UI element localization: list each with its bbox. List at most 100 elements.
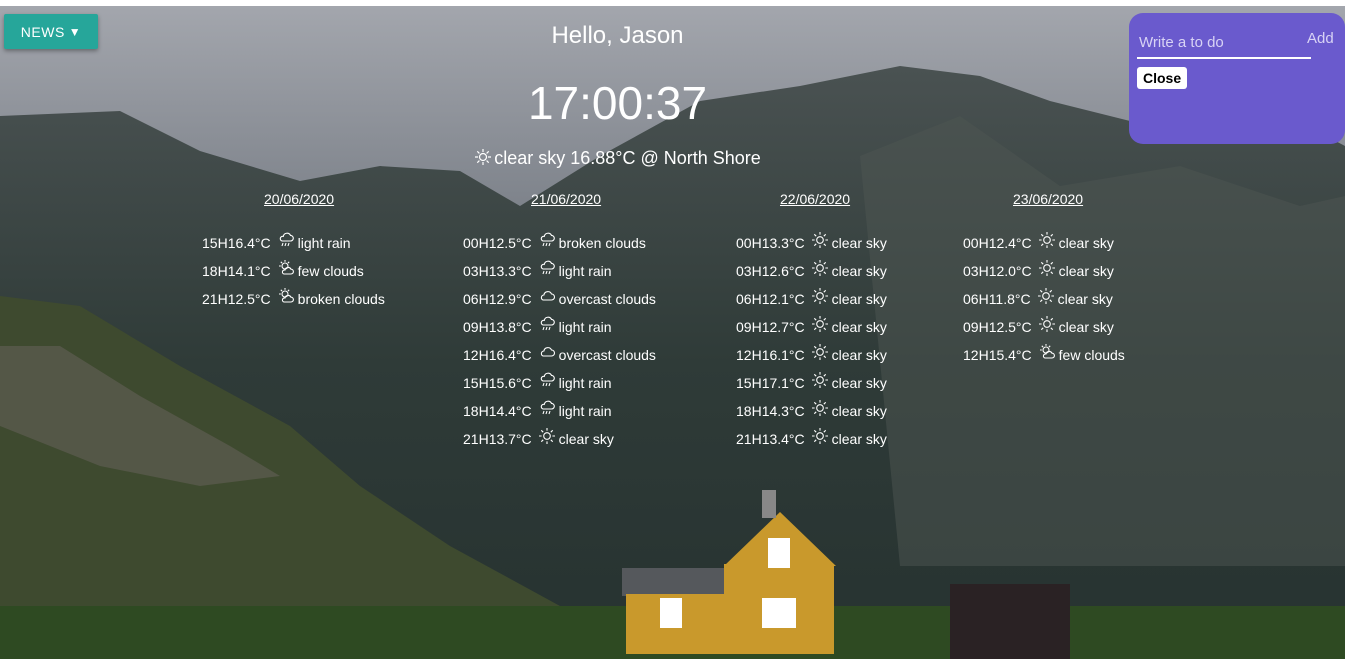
forecast-temp: 12.9°C bbox=[488, 291, 532, 307]
sun-icon bbox=[1038, 315, 1056, 333]
forecast-time: 00H bbox=[736, 235, 762, 251]
forecast-time: 18H bbox=[202, 263, 228, 279]
forecast-desc: clear sky bbox=[831, 375, 887, 391]
forecast-date: 20/06/2020 bbox=[264, 191, 335, 207]
rain-icon bbox=[277, 231, 295, 249]
forecast-temp: 12.7°C bbox=[761, 319, 805, 335]
forecast-temp: 14.3°C bbox=[761, 403, 805, 419]
forecast-desc: overcast clouds bbox=[558, 291, 656, 307]
sun-icon bbox=[811, 399, 829, 417]
forecast-entry: 06H 11.8°C clear sky bbox=[963, 288, 1113, 311]
forecast-desc: clear sky bbox=[1058, 319, 1114, 335]
rain-icon bbox=[538, 259, 556, 277]
forecast-entry: 03H 13.3°C light rain bbox=[463, 260, 612, 283]
sun-icon bbox=[811, 315, 829, 333]
forecast-temp: 12.6°C bbox=[761, 263, 805, 279]
rain-icon bbox=[538, 371, 556, 389]
forecast-entry: 21H 12.5°C broken clouds bbox=[202, 288, 385, 311]
forecast-time: 15H bbox=[202, 235, 228, 251]
forecast-desc: clear sky bbox=[831, 235, 887, 251]
forecast-time: 15H bbox=[736, 375, 762, 391]
forecast-time: 00H bbox=[463, 235, 489, 251]
todo-panel: Add Close bbox=[1129, 13, 1345, 144]
forecast-desc: clear sky bbox=[831, 319, 887, 335]
forecast-entry: 18H 14.1°C few clouds bbox=[202, 260, 364, 283]
forecast-desc: overcast clouds bbox=[558, 347, 656, 363]
todo-input[interactable] bbox=[1137, 27, 1301, 57]
forecast-desc: light rain bbox=[297, 235, 351, 251]
forecast-entry: 15H 17.1°C clear sky bbox=[736, 372, 887, 395]
forecast-temp: 12.0°C bbox=[988, 263, 1032, 279]
forecast-temp: 12.5°C bbox=[227, 291, 271, 307]
sun-icon bbox=[1038, 259, 1056, 277]
rain-icon bbox=[538, 231, 556, 249]
forecast-desc: broken clouds bbox=[297, 291, 385, 307]
forecast-temp: 13.7°C bbox=[488, 431, 532, 447]
forecast-desc: clear sky bbox=[831, 403, 887, 419]
forecast-time: 06H bbox=[463, 291, 489, 307]
forecast-temp: 12.4°C bbox=[988, 235, 1032, 251]
forecast-desc: light rain bbox=[558, 263, 612, 279]
forecast-temp: 15.6°C bbox=[488, 375, 532, 391]
forecast-temp: 13.3°C bbox=[488, 263, 532, 279]
sun-icon bbox=[1037, 287, 1055, 305]
sun-icon bbox=[811, 287, 829, 305]
forecast-temp: 13.8°C bbox=[488, 319, 532, 335]
forecast-desc: few clouds bbox=[297, 263, 364, 279]
forecast-time: 09H bbox=[736, 319, 762, 335]
forecast-temp: 16.4°C bbox=[488, 347, 532, 363]
add-todo-button[interactable]: Add bbox=[1307, 30, 1334, 47]
forecast-entry: 12H 15.4°C few clouds bbox=[963, 344, 1125, 367]
forecast-desc: clear sky bbox=[558, 431, 614, 447]
sun-icon bbox=[811, 231, 829, 249]
forecast-temp: 15.4°C bbox=[988, 347, 1032, 363]
forecast-temp: 13.4°C bbox=[761, 431, 805, 447]
forecast-desc: light rain bbox=[558, 375, 612, 391]
forecast-desc: clear sky bbox=[1058, 263, 1114, 279]
forecast-entry: 21H 13.7°C clear sky bbox=[463, 428, 614, 451]
forecast-temp: 17.1°C bbox=[761, 375, 805, 391]
forecast-date: 22/06/2020 bbox=[780, 191, 851, 207]
forecast-temp: 11.8°C bbox=[988, 291, 1031, 307]
current-weather: clear sky 16.88°C @ North Shore bbox=[0, 148, 1345, 169]
forecast-time: 09H bbox=[463, 319, 489, 335]
forecast-date: 23/06/2020 bbox=[1013, 191, 1084, 207]
forecast-temp: 13.3°C bbox=[761, 235, 805, 251]
forecast-time: 06H bbox=[736, 291, 762, 307]
current-weather-text: clear sky 16.88°C @ North Shore bbox=[494, 148, 761, 168]
forecast-entry: 09H 12.7°C clear sky bbox=[736, 316, 887, 339]
forecast-time: 09H bbox=[963, 319, 989, 335]
forecast-time: 03H bbox=[963, 263, 989, 279]
forecast-entry: 06H 12.1°C clear sky bbox=[736, 288, 887, 311]
forecast-entry: 15H 16.4°C light rain bbox=[202, 232, 351, 255]
forecast-entry: 06H 12.9°C overcast clouds bbox=[463, 291, 656, 311]
forecast-time: 12H bbox=[463, 347, 489, 363]
forecast-temp: 14.1°C bbox=[227, 263, 271, 279]
forecast-desc: light rain bbox=[558, 403, 612, 419]
partly-cloudy-icon bbox=[277, 287, 295, 305]
forecast-desc: clear sky bbox=[831, 347, 887, 363]
forecast-entry: 12H 16.1°C clear sky bbox=[736, 344, 887, 367]
forecast-time: 18H bbox=[736, 403, 762, 419]
forecast-date: 21/06/2020 bbox=[531, 191, 602, 207]
forecast-entry: 00H 12.5°C broken clouds bbox=[463, 232, 646, 255]
forecast-temp: 16.1°C bbox=[761, 347, 805, 363]
forecast-desc: broken clouds bbox=[558, 235, 646, 251]
forecast-entry: 00H 12.4°C clear sky bbox=[963, 232, 1114, 255]
forecast-entry: 18H 14.3°C clear sky bbox=[736, 400, 887, 423]
cloud-icon bbox=[538, 343, 556, 361]
forecast-temp: 16.4°C bbox=[227, 235, 271, 251]
forecast-desc: clear sky bbox=[831, 263, 887, 279]
forecast-time: 12H bbox=[736, 347, 762, 363]
clock: 17:00:37 bbox=[527, 77, 708, 129]
rain-icon bbox=[538, 315, 556, 333]
forecast-desc: clear sky bbox=[831, 291, 887, 307]
forecast-temp: 12.5°C bbox=[988, 319, 1032, 335]
greeting: Hello, Jason bbox=[551, 22, 684, 49]
sun-icon bbox=[811, 343, 829, 361]
forecast-time: 12H bbox=[963, 347, 989, 363]
forecast-time: 06H bbox=[963, 291, 989, 307]
forecast-temp: 12.1°C bbox=[761, 291, 805, 307]
forecast-desc: clear sky bbox=[831, 431, 887, 447]
close-button[interactable]: Close bbox=[1137, 67, 1188, 89]
